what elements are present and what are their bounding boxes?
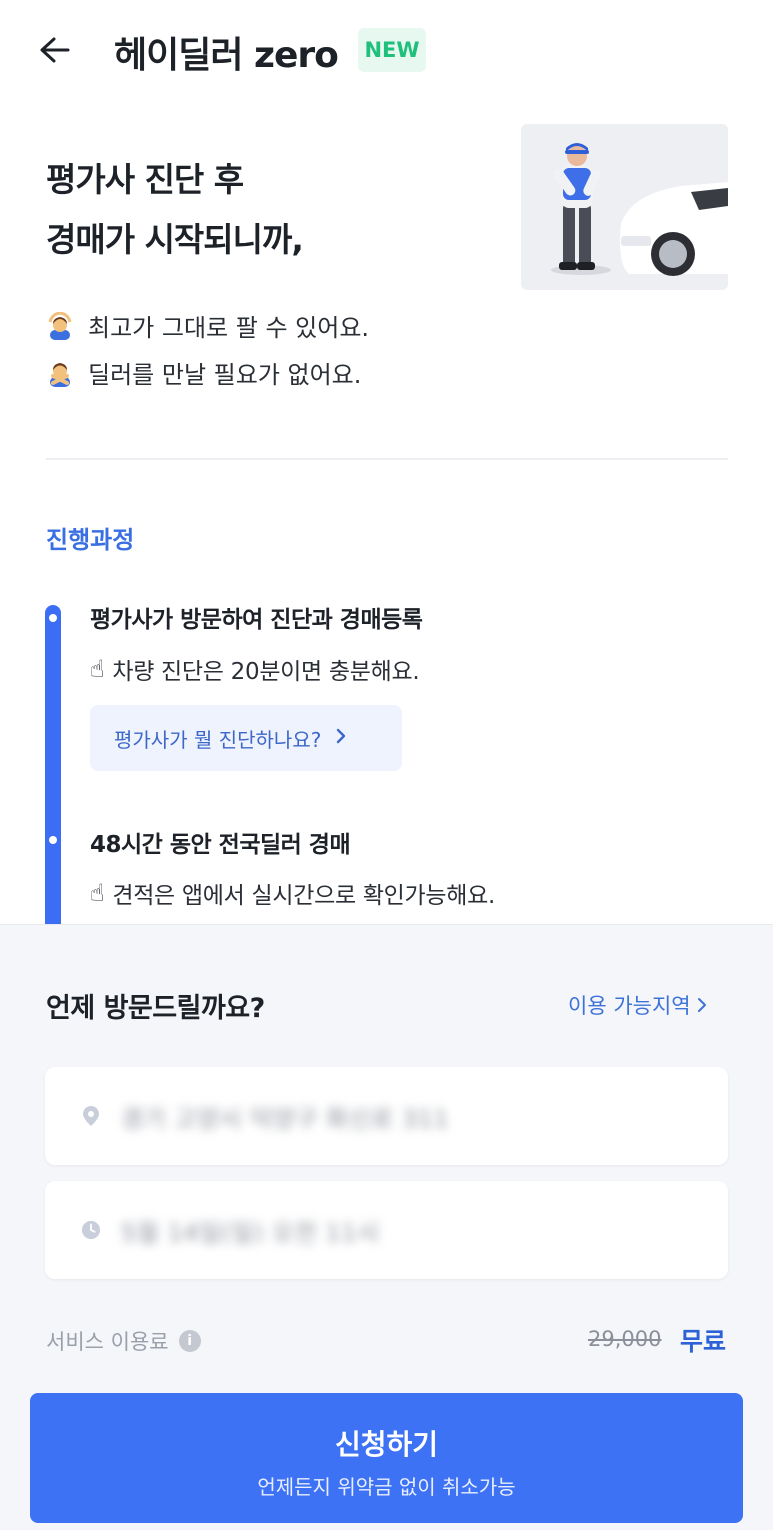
header: 헤이딜러 zero NEW: [0, 0, 773, 100]
clock-icon: [81, 1219, 101, 1241]
process-section-title: 진행과정: [46, 526, 135, 554]
person-gesturing-ok-icon: [46, 310, 74, 340]
apply-button[interactable]: 신청하기 언제든지 위약금 없이 취소가능: [30, 1393, 743, 1523]
address-value: 경기 고양시 덕양구 화신로 311: [121, 1104, 450, 1133]
chevron-right-icon: [697, 994, 707, 1018]
help-button-label: 평가사가 뭘 진단하나요?: [114, 727, 322, 752]
hero-title-line1: 평가사 진단 후: [46, 160, 244, 199]
region-link-label: 이용 가능지역: [568, 994, 691, 1018]
fee-label-text: 서비스 이용료: [46, 1330, 169, 1354]
fee-free-label: 무료: [680, 1327, 727, 1356]
location-pin-icon: [81, 1105, 101, 1127]
app-title: 헤이딜러 zero: [114, 35, 339, 76]
address-field[interactable]: 경기 고양시 덕양구 화신로 311: [45, 1067, 728, 1165]
pointing-hand-icon: ☝: [90, 879, 105, 907]
divider: [46, 458, 728, 460]
step-desc: ☝ 차량 진단은 20분이면 충분해요.: [90, 652, 420, 686]
pointing-hand-icon: ☝: [90, 655, 105, 683]
person-gesturing-no-icon: [46, 359, 74, 387]
fee-original-price: 29,000: [588, 1327, 662, 1351]
hero-title-line2: 경매가 시작되니까,: [46, 220, 304, 259]
timeline-bar: [45, 605, 61, 925]
available-region-link[interactable]: 이용 가능지역: [568, 990, 707, 1020]
datetime-value: 5월 14일(일) 오전 11시: [121, 1218, 380, 1247]
inspector-car-illustration: [521, 124, 728, 290]
step-desc-text: 차량 진단은 20분이면 충분해요.: [112, 659, 420, 685]
chevron-right-icon: [335, 726, 347, 750]
service-fee-label: 서비스 이용료 i: [46, 1326, 201, 1356]
benefit-item: 딜러를 만날 필요가 없어요.: [46, 355, 361, 390]
datetime-field[interactable]: 5월 14일(일) 오전 11시: [45, 1181, 728, 1279]
inspection-help-button[interactable]: 평가사가 뭘 진단하나요?: [90, 705, 402, 771]
step-desc-text: 견적은 앱에서 실시간으로 확인가능해요.: [112, 883, 495, 909]
timeline-dot: [49, 614, 57, 622]
apply-button-sublabel: 언제든지 위약금 없이 취소가능: [257, 1475, 516, 1499]
booking-title: 언제 방문드릴까요?: [46, 993, 265, 1024]
timeline-dot: [49, 836, 57, 844]
hero-title: 평가사 진단 후 경매가 시작되니까,: [46, 150, 304, 270]
benefit-item: 최고가 그대로 팔 수 있어요.: [46, 308, 369, 343]
benefit-text: 최고가 그대로 팔 수 있어요.: [88, 314, 370, 342]
benefit-text: 딜러를 만날 필요가 없어요.: [88, 361, 362, 389]
apply-button-label: 신청하기: [334, 1428, 439, 1461]
step-desc: ☝ 견적은 앱에서 실시간으로 확인가능해요.: [90, 876, 495, 910]
new-badge: NEW: [358, 28, 426, 72]
step-title: 48시간 동안 전국딜러 경매: [90, 832, 351, 858]
info-icon[interactable]: i: [178, 1330, 201, 1352]
back-arrow-icon[interactable]: [34, 30, 74, 70]
step-title: 평가사가 방문하여 진단과 경매등록: [90, 607, 423, 633]
